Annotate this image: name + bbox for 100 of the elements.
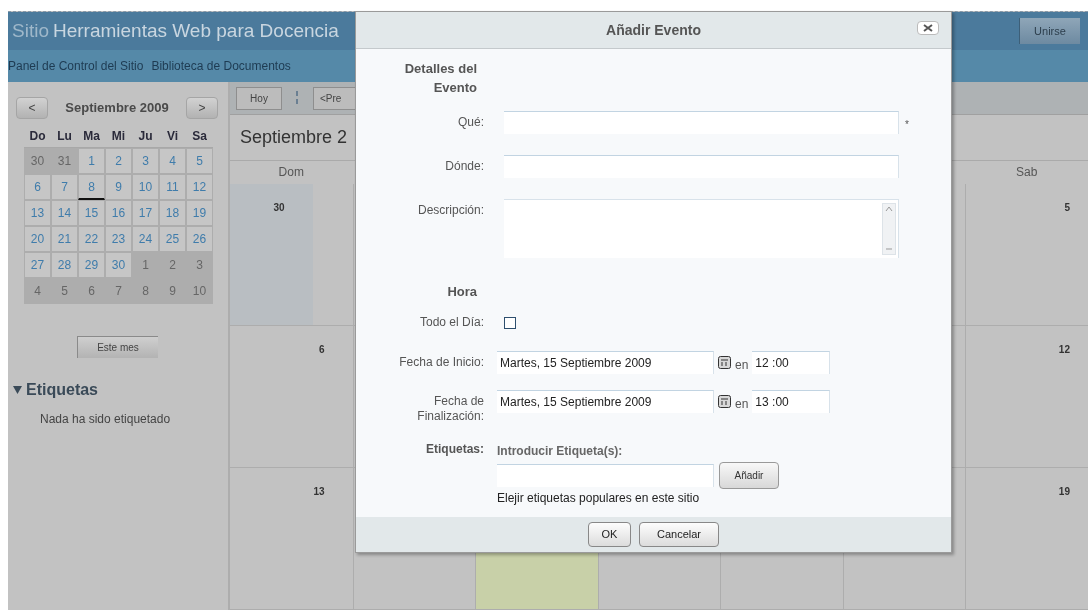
calendar-day[interactable]: 26 — [186, 226, 213, 252]
calendar-day[interactable]: 31 — [51, 148, 78, 174]
weekday-label: Mi — [110, 128, 127, 145]
calendar-day[interactable]: 23 — [105, 226, 132, 252]
day-cell[interactable]: 13 — [230, 468, 353, 609]
nav-link[interactable]: Biblioteca de Documentos — [151, 57, 291, 75]
date-field[interactable]: Martes, 15 Septiembre 2009 — [497, 351, 714, 374]
checkbox[interactable] — [504, 317, 516, 329]
field-label: Etiquetas: — [425, 441, 484, 458]
calendar-day[interactable]: 25 — [159, 226, 186, 252]
day-cell[interactable]: 30 — [230, 184, 313, 325]
description-field[interactable] — [504, 199, 899, 258]
calendar-day[interactable]: 10 — [186, 278, 213, 304]
calendar-day[interactable]: 30 — [24, 148, 51, 174]
tag-field[interactable] — [497, 464, 714, 487]
weekday-label: Ma — [82, 128, 101, 145]
calendar-day[interactable]: 30 — [105, 252, 132, 278]
weekday-label: Vi — [165, 128, 180, 145]
month-label: Septiembre 2009 — [65, 99, 169, 118]
time-field[interactable]: 13 :00 — [752, 390, 831, 413]
dialog-title: Añadir Evento — [606, 20, 701, 40]
calendar-day[interactable]: 8 — [78, 174, 105, 200]
calendar-day[interactable]: 4 — [24, 278, 51, 304]
today-button[interactable]: Hoy — [236, 86, 282, 110]
calendar-day[interactable]: 1 — [78, 148, 105, 174]
calendar-day[interactable]: 24 — [132, 226, 159, 252]
tags-prompt: Introducir Etiqueta(s): — [497, 443, 623, 460]
calendar-icon[interactable] — [718, 395, 731, 408]
calendar-day[interactable]: 16 — [105, 200, 132, 226]
calendar-day[interactable]: 6 — [24, 174, 51, 200]
calendar-day[interactable]: 5 — [186, 148, 213, 174]
day-number: 13 — [313, 486, 325, 497]
calendar-day[interactable]: 8 — [132, 278, 159, 304]
previous-button[interactable]: <Pre — [313, 86, 357, 110]
calendar-day[interactable]: 22 — [78, 226, 105, 252]
separator-icon — [296, 91, 299, 106]
field-label: Qué: — [457, 114, 484, 130]
day-number: 30 — [273, 202, 285, 213]
calendar-day[interactable]: 12 — [186, 174, 213, 200]
calendar-day[interactable]: 9 — [105, 174, 132, 200]
calendar-day[interactable]: 19 — [186, 200, 213, 226]
calendar-day[interactable]: 2 — [105, 148, 132, 174]
join-button[interactable]: Unirse — [1019, 18, 1080, 44]
site-prefix: Sitio — [12, 18, 49, 43]
calendar-day[interactable]: 3 — [186, 252, 213, 278]
calendar-icon[interactable] — [718, 356, 731, 369]
month-title: Septiembre 2 — [240, 126, 348, 150]
time-field[interactable]: 12 :00 — [752, 351, 831, 374]
calendar-day[interactable]: 20 — [24, 226, 51, 252]
calendar-day[interactable]: 4 — [159, 148, 186, 174]
calendar-day[interactable]: 21 — [51, 226, 78, 252]
calendar-day[interactable]: 9 — [159, 278, 186, 304]
caret-icon[interactable] — [13, 386, 22, 394]
previous-month-button[interactable]: < — [16, 97, 48, 119]
calendar-day[interactable]: 18 — [159, 200, 186, 226]
close-button[interactable] — [917, 21, 939, 35]
day-cell[interactable]: 6 — [230, 326, 353, 467]
popular-tags-link[interactable]: Elejir etiquetas populares en este sitio — [497, 489, 700, 507]
day-number: 12 — [1058, 344, 1070, 355]
scrollbar[interactable] — [882, 203, 896, 255]
calendar-day[interactable]: 14 — [51, 200, 78, 226]
calendar-day[interactable]: 11 — [159, 174, 186, 200]
calendar-day[interactable]: 28 — [51, 252, 78, 278]
calendar-day[interactable]: 27 — [24, 252, 51, 278]
empty-tags-text: Nada ha sido etiquetado — [40, 411, 172, 428]
calendar-day[interactable]: 7 — [51, 174, 78, 200]
dialog-button[interactable]: OK — [588, 522, 631, 547]
calendar-day[interactable]: 17 — [132, 200, 159, 226]
next-month-button[interactable]: > — [186, 97, 218, 119]
day-number: 6 — [319, 344, 325, 355]
text-field[interactable] — [504, 111, 899, 134]
section-heading: Detalles del Evento — [403, 60, 478, 97]
calendar-day[interactable]: 7 — [105, 278, 132, 304]
day-number: 19 — [1058, 486, 1070, 497]
text-field[interactable] — [504, 155, 899, 178]
this-month-button[interactable]: Este mes — [77, 336, 158, 358]
field-label: Dónde: — [444, 158, 484, 174]
weekday-header: Sab — [1015, 164, 1039, 182]
calendar-day[interactable]: 6 — [78, 278, 105, 304]
dialog-button[interactable]: Cancelar — [639, 522, 719, 547]
scroll-up-icon[interactable] — [884, 204, 894, 214]
calendar-day[interactable]: 15 — [78, 200, 105, 226]
calendar-day[interactable]: 2 — [159, 252, 186, 278]
close-icon[interactable] — [923, 24, 933, 32]
calendar-day[interactable]: 3 — [132, 148, 159, 174]
calendar-day[interactable]: 1 — [132, 252, 159, 278]
calendar-day[interactable]: 10 — [132, 174, 159, 200]
field-label: Fecha de Finalización: — [416, 393, 484, 424]
calendar-day[interactable]: 5 — [51, 278, 78, 304]
weekday-label: Sa — [191, 128, 208, 145]
weekday-header: Dom — [277, 164, 305, 182]
weekday-label: Do — [28, 128, 47, 145]
field-label: Todo el Día: — [418, 314, 484, 330]
calendar-day[interactable]: 13 — [24, 200, 51, 226]
required-mark: * — [905, 118, 909, 132]
nav-link[interactable]: Panel de Control del Sitio — [8, 57, 144, 75]
add-button[interactable]: Añadir — [719, 462, 779, 489]
day-number: 5 — [1064, 202, 1070, 213]
calendar-day[interactable]: 29 — [78, 252, 105, 278]
date-field[interactable]: Martes, 15 Septiembre 2009 — [497, 390, 714, 413]
